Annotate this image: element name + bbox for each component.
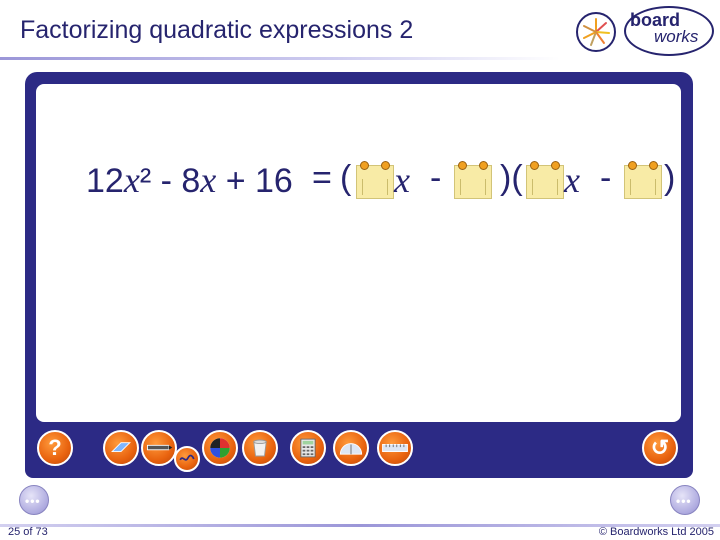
bracket-close-open: )( [500,159,523,197]
page-title: Factorizing quadratic expressions 2 [20,16,414,44]
logo-text-works: works [654,27,699,46]
sticky-note-coefficient-1[interactable] [356,161,394,199]
activity-canvas [36,84,681,422]
eraser-icon [111,442,131,452]
pin-icon [551,161,560,170]
pen-icon [147,444,173,451]
variable-x-1: x [394,160,410,200]
bin-icon [253,439,267,457]
eraser-button[interactable] [103,430,139,466]
pin-icon [530,161,539,170]
boardworks-sun-logo-icon [576,12,616,52]
color-wheel-icon [210,438,230,458]
sticky-note-constant-1[interactable] [454,161,492,199]
minus-sign-1: - [430,159,442,197]
pin-icon [360,161,369,170]
title-divider [0,57,560,60]
bracket-open-1: ( [340,159,352,197]
pin-icon [479,161,488,170]
dots-icon: ••• [25,494,41,508]
protractor-icon [339,443,363,455]
protractor-button[interactable] [333,430,369,466]
bracket-close-2: ) [664,159,676,197]
undo-arrow-icon: ↺ [650,435,670,460]
pen-button[interactable] [141,430,177,466]
help-button[interactable]: ? [37,430,73,466]
minus-sign-2: - [600,159,612,197]
pin-icon [458,161,467,170]
undo-button[interactable]: ↺ [642,430,678,466]
variable-x-2: x [564,160,580,200]
sticky-note-constant-2[interactable] [624,161,662,199]
pin-icon [649,161,658,170]
pin-icon [381,161,390,170]
ruler-button[interactable] [377,430,413,466]
calculator-icon [300,438,316,458]
dots-icon: ••• [676,494,692,508]
colour-wheel-button[interactable] [202,430,238,466]
squiggle-icon [179,454,195,461]
line-colour-button[interactable] [174,446,200,472]
calculator-button[interactable] [290,430,326,466]
question-mark-icon: ? [48,435,62,460]
pin-icon [628,161,637,170]
previous-slide-button[interactable]: ••• [19,485,49,515]
ruler-icon [382,444,408,452]
bin-button[interactable] [242,430,278,466]
sticky-note-coefficient-2[interactable] [526,161,564,199]
equation-lhs: 12x² - 8x + 16 [86,160,293,200]
copyright-notice: © Boardworks Ltd 2005 [598,526,714,538]
equation-equals: = [312,159,332,197]
next-slide-button[interactable]: ••• [670,485,700,515]
slide-number: 25 of 73 [8,526,48,538]
